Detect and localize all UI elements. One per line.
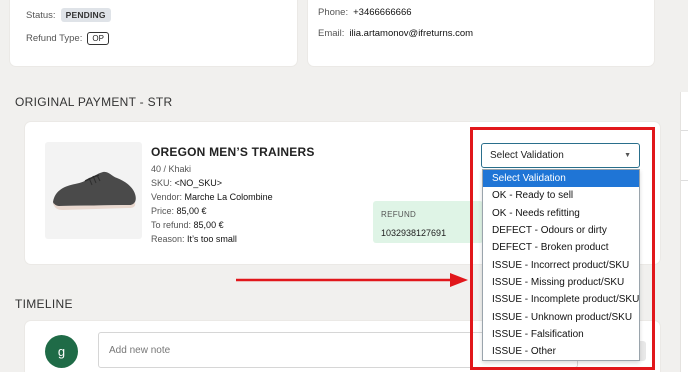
reason-label: Reason:: [151, 234, 185, 244]
refund-value: 1032938127691: [381, 228, 447, 238]
shoe-icon: [53, 171, 136, 210]
validation-option[interactable]: DEFECT - Broken product: [483, 239, 639, 256]
validation-option[interactable]: OK - Needs refitting: [483, 205, 639, 222]
validation-option[interactable]: ISSUE - Missing product/SKU: [483, 274, 639, 291]
product-vendor: Vendor: Marche La Colombine: [151, 192, 273, 202]
refund-type-row: Refund Type: OP: [26, 32, 109, 45]
payment-section-title: ORIGINAL PAYMENT - STR: [15, 95, 173, 109]
arrow-right-icon: [236, 273, 468, 287]
refund-box: REFUND 1032938127691: [373, 201, 483, 243]
product-price: Price: 85,00 €: [151, 206, 207, 216]
validation-option[interactable]: Select Validation: [483, 170, 639, 188]
vendor-label: Vendor:: [151, 192, 183, 202]
validation-option[interactable]: ISSUE - Falsification: [483, 326, 639, 343]
phone-row: Phone: +3466666666: [318, 7, 412, 18]
to-refund-label: To refund:: [151, 220, 192, 230]
validation-option[interactable]: DEFECT - Odours or dirty: [483, 222, 639, 239]
validation-select[interactable]: Select Validation ▼: [481, 143, 640, 168]
price-label: Price:: [151, 206, 175, 216]
validation-option[interactable]: OK - Ready to sell: [483, 187, 639, 204]
email-row: Email: ilia.artamonov@ifreturns.com: [318, 28, 473, 39]
sku-label: SKU:: [151, 178, 173, 188]
reason-value: It’s too small: [187, 234, 237, 244]
price-value: 85,00 €: [176, 206, 207, 216]
status-badge: PENDING: [60, 8, 111, 22]
validation-option[interactable]: ISSUE - Other: [483, 343, 639, 360]
product-to-refund: To refund: 85,00 €: [151, 220, 224, 230]
validation-option[interactable]: ISSUE - Incorrect product/SKU: [483, 256, 639, 273]
right-side-panel: [680, 92, 688, 372]
refund-type-label: Refund Type:: [26, 33, 83, 44]
product-variant: 40 / Khaki: [151, 164, 192, 174]
customer-status-card: Status: PENDING Refund Type: OP: [10, 0, 297, 66]
validation-select-value: Select Validation: [490, 150, 564, 161]
status-row: Status: PENDING: [26, 8, 111, 22]
phone-label: Phone:: [318, 7, 349, 18]
product-sku: SKU: <NO_SKU>: [151, 178, 222, 188]
product-reason: Reason: It’s too small: [151, 234, 237, 244]
refund-type-badge: OP: [87, 32, 109, 45]
product-image[interactable]: [45, 142, 142, 239]
chevron-down-icon: ▼: [624, 152, 631, 159]
email-value: ilia.artamonov@ifreturns.com: [349, 28, 474, 39]
status-label: Status:: [26, 9, 56, 21]
sku-value: <NO_SKU>: [174, 178, 223, 188]
refund-label: REFUND: [381, 210, 417, 219]
avatar: g: [45, 335, 78, 368]
validation-dropdown: Select Validation OK - Ready to sell OK …: [482, 169, 640, 362]
customer-contact-card: Phone: +3466666666 Email: ilia.artamonov…: [308, 0, 654, 66]
product-title: OREGON MEN’S TRAINERS: [151, 145, 315, 159]
timeline-section-title: TIMELINE: [15, 297, 73, 311]
validation-option[interactable]: ISSUE - Unknown product/SKU: [483, 308, 639, 325]
vendor-value: Marche La Colombine: [184, 192, 273, 202]
to-refund-value: 85,00 €: [193, 220, 224, 230]
validation-option[interactable]: ISSUE - Incomplete product/SKU: [483, 291, 639, 308]
email-label: Email:: [318, 28, 345, 39]
phone-value: +3466666666: [353, 7, 412, 18]
